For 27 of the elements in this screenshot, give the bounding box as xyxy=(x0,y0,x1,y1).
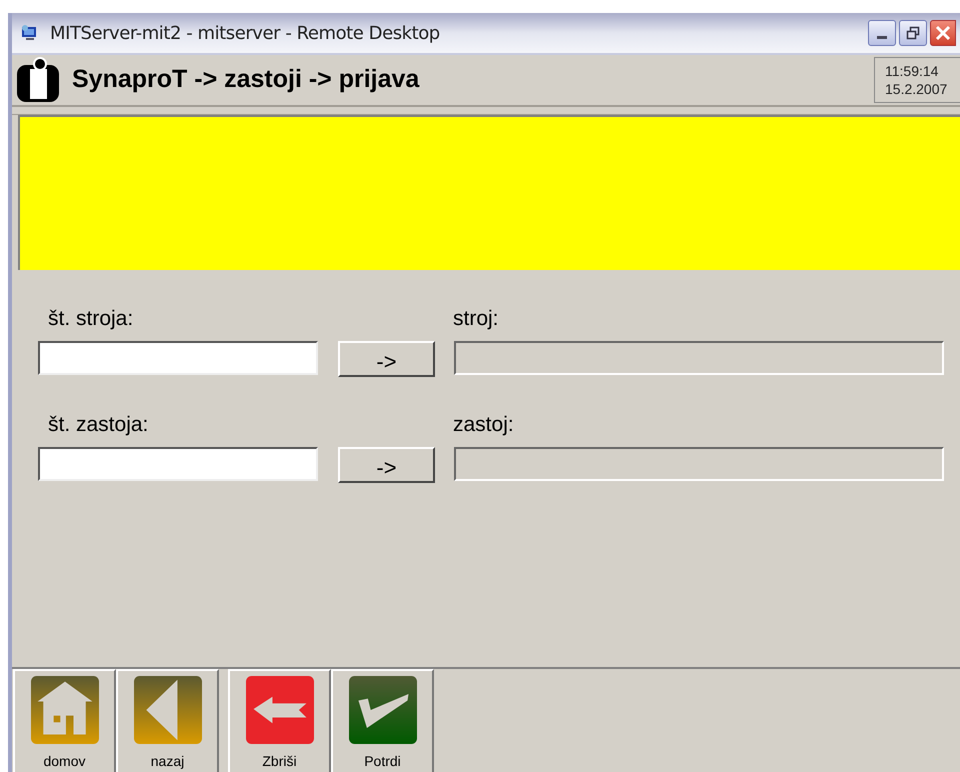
window-title: MITServer-mit2 - mitserver - Remote Desktop xyxy=(50,22,440,46)
field-label: zastoj: xyxy=(453,412,514,438)
minimize-button[interactable] xyxy=(868,20,896,46)
person-logo-icon xyxy=(16,57,60,103)
arrow-left-icon xyxy=(244,676,316,744)
lookup-button[interactable]: -> xyxy=(338,447,435,483)
triangle-left-icon xyxy=(132,676,204,744)
toolbar-button[interactable]: nazaj xyxy=(116,669,219,772)
toolbar-button[interactable]: Zbriši xyxy=(228,669,331,772)
input-field[interactable] xyxy=(38,340,318,374)
house-icon xyxy=(28,676,100,744)
input-field[interactable] xyxy=(38,446,318,480)
lookup-button[interactable]: -> xyxy=(338,341,435,377)
checkmark-icon xyxy=(346,676,418,744)
date-text: 15.2.2007 xyxy=(885,80,948,98)
field-label: št. zastoja: xyxy=(48,412,150,438)
field-label: št. stroja: xyxy=(48,306,134,332)
close-icon xyxy=(935,25,951,41)
restore-icon xyxy=(906,26,920,40)
toolbar-button[interactable]: domov xyxy=(13,669,116,772)
restore-button[interactable] xyxy=(899,20,927,46)
close-button[interactable] xyxy=(930,20,956,46)
page-title: SynaproT -> zastoji -> prijava xyxy=(72,64,420,96)
toolbar-button[interactable]: Potrdi xyxy=(331,669,434,772)
time-text: 11:59:14 xyxy=(885,62,940,80)
minimize-icon xyxy=(877,36,887,39)
field-label: stroj: xyxy=(453,306,499,332)
